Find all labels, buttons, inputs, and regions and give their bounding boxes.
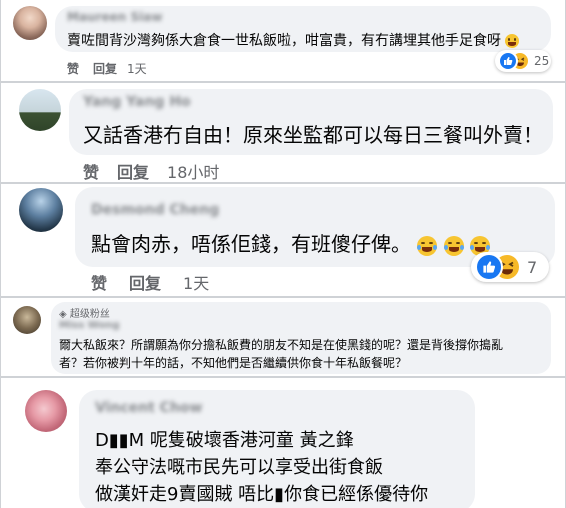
- like-button[interactable]: 赞: [83, 159, 99, 182]
- comment-text-line: 爾大私飯來？所謂願為你分擔私飯費的朋友不知是在使黑錢的呢？還是背後撐你搗亂: [59, 338, 504, 352]
- comment-text: 又話香港冇自由！原來坐監都可以每日三餐叫外賣！: [83, 123, 543, 147]
- comment-author[interactable]: Vincent Chow: [95, 400, 202, 416]
- comment-actions: 赞 回复 1天: [67, 60, 147, 77]
- comment-card: ◈ 超级粉丝 Miss Wong 爾大私飯來？所謂願為你分擔私飯費的朋友不知是在…: [0, 297, 566, 377]
- comment-author[interactable]: Desmond Cheng: [91, 202, 219, 218]
- comment-text: 點會肉赤，唔係佢錢，有班傻仔俾。: [91, 228, 491, 257]
- reaction-count: 25: [534, 54, 550, 68]
- comment-body: 賣咗間背沙灣夠係大倉食一世私飯啦，咁富貴，有冇講埋其他手足食呀: [67, 33, 501, 49]
- comment-body: 點會肉赤，唔係佢錢，有班傻仔俾。: [91, 232, 411, 256]
- comment-text: 賣咗間背沙灣夠係大倉食一世私飯啦，咁富貴，有冇講埋其他手足食呀: [67, 30, 520, 50]
- comment-author[interactable]: Miss Wong: [59, 320, 120, 331]
- comment-text-line: 奉公守法嘅市民先可以享受出街食飯: [95, 457, 383, 478]
- comment-timestamp[interactable]: 1天: [183, 270, 209, 294]
- comment-timestamp[interactable]: 18小时: [167, 159, 219, 182]
- avatar[interactable]: [19, 89, 61, 131]
- reaction-summary[interactable]: 25: [495, 50, 551, 72]
- reply-button[interactable]: 回复: [93, 60, 117, 77]
- comment-timestamp[interactable]: 1天: [127, 60, 147, 77]
- like-icon: [475, 253, 503, 281]
- comment-card: Desmond Cheng 點會肉赤，唔係佢錢，有班傻仔俾。 7 赞 回复 1天: [0, 183, 566, 297]
- like-button[interactable]: 赞: [91, 270, 107, 294]
- comment-text-line: 者？若你被判十年的話，不知他們是否繼續供你食十年私飯餐呢？: [59, 356, 408, 370]
- diamond-icon: ◈: [59, 309, 67, 320]
- avatar[interactable]: [13, 6, 47, 40]
- comment-card: Yang Yang Ho 又話香港冇自由！原來坐監都可以每日三餐叫外賣！ 赞 回…: [0, 82, 566, 183]
- comment-author[interactable]: Yang Yang Ho: [83, 94, 191, 110]
- like-icon: [498, 51, 518, 71]
- laughing-tears-emoji-icon: [417, 235, 438, 256]
- laughing-tears-emoji-icon: [443, 235, 464, 256]
- fan-badge: ◈ 超级粉丝: [59, 305, 110, 320]
- avatar[interactable]: [19, 188, 63, 232]
- avatar[interactable]: [25, 390, 67, 432]
- comment-actions: 赞 回复 18小时: [83, 159, 219, 182]
- comment-card: Vincent Chow D▮▮M 呢隻破壞香港河童 黃之鋒 奉公守法嘅市民先可…: [0, 377, 566, 508]
- comment-text-line: D▮▮M 呢隻破壞香港河童 黃之鋒: [95, 430, 354, 451]
- comment-card: Maureen Siaw 賣咗間背沙灣夠係大倉食一世私飯啦，咁富貴，有冇講埋其他…: [0, 0, 566, 82]
- reaction-count: 7: [527, 257, 538, 277]
- comment-text-line: 做漢奸走9賣國賊 唔比▮你食已經係優待你: [95, 484, 429, 505]
- avatar[interactable]: [13, 306, 41, 334]
- comment-author[interactable]: Maureen Siaw: [67, 10, 162, 24]
- like-button[interactable]: 赞: [67, 60, 79, 77]
- reaction-summary[interactable]: 7: [471, 252, 549, 282]
- comment-actions: 赞 回复 1天: [91, 270, 209, 294]
- badge-label: 超级粉丝: [69, 309, 110, 320]
- reply-button[interactable]: 回复: [129, 270, 161, 294]
- grinning-emoji-icon: [505, 34, 520, 48]
- reply-button[interactable]: 回复: [117, 159, 149, 182]
